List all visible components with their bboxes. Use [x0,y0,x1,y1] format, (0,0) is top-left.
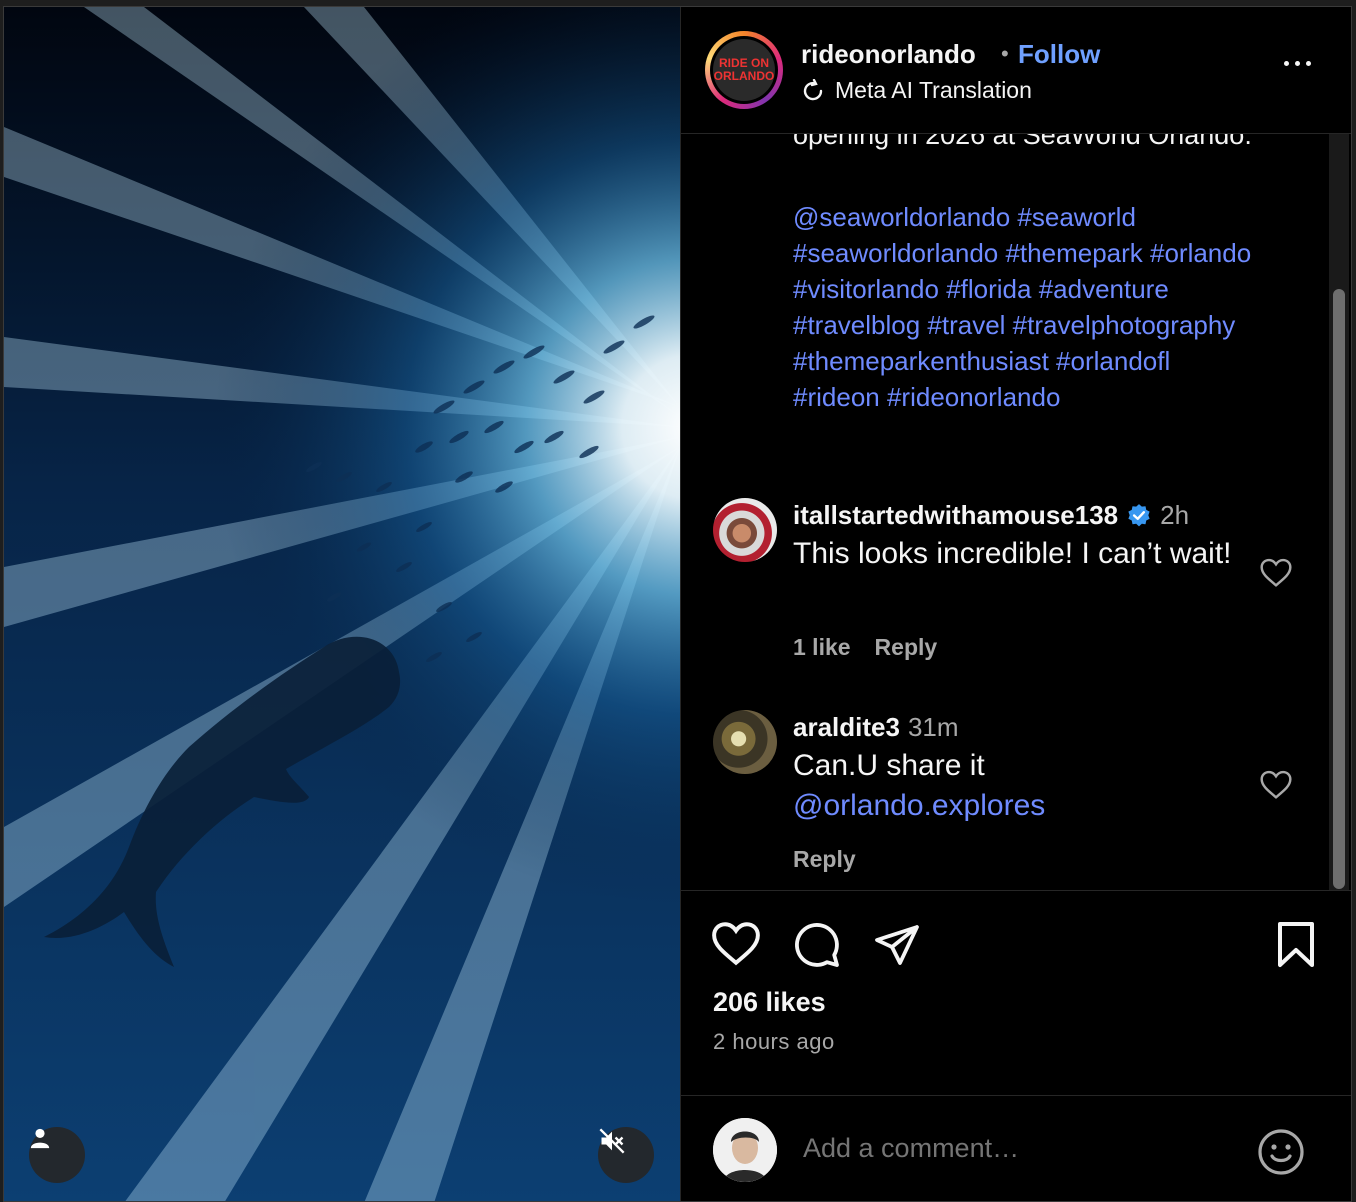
comment-meta: Reply [793,846,856,873]
reply-button[interactable]: Reply [793,846,856,873]
mute-toggle-button[interactable] [598,1127,654,1183]
profile-tag-button[interactable] [29,1127,85,1183]
commenter-avatar[interactable] [713,710,777,774]
comment-input[interactable] [801,1132,1225,1165]
commenter-username[interactable]: itallstartedwithamouse138 [793,500,1118,531]
profile-icon [30,1128,50,1149]
bookmark-icon[interactable] [1275,921,1317,969]
emoji-icon[interactable] [1257,1128,1305,1176]
heart-icon[interactable] [711,921,761,967]
separator-dot: • [1001,41,1009,66]
underwater-scene [4,7,680,1201]
user-photo [713,1118,777,1182]
author-username[interactable]: rideonorlando [801,39,976,70]
translation-toggle[interactable]: Meta AI Translation [801,77,1032,104]
follow-button[interactable]: Follow [1018,39,1100,70]
translation-label: Meta AI Translation [835,77,1032,103]
more-icon [1284,61,1289,66]
scrollbar-thumb[interactable] [1333,289,1345,889]
commenter-avatar[interactable] [713,498,777,562]
post-dialog: RIDE ON ORLANDO rideonorlando • Follow M… [3,6,1352,1202]
comment-text: Can.U share it @orlando.explores [793,746,1233,826]
comment-text-body: Can.U share it [793,749,985,782]
share-icon[interactable] [873,921,921,969]
comment-likes-count[interactable]: 1 like [793,634,851,661]
verified-icon [1128,503,1150,526]
comment-time: 2h [1160,500,1190,530]
more-options-button[interactable] [1284,61,1311,66]
comment-icon[interactable] [793,921,841,969]
comment-time: 31m [907,712,959,742]
heart-icon[interactable] [1259,558,1293,588]
author-avatar[interactable]: RIDE ON ORLANDO [705,31,783,109]
post-timestamp: 2 hours ago [713,1029,835,1054]
post-actions: 206 likes 2 hours ago [681,891,1351,1201]
refresh-icon [803,78,823,100]
commenter-username[interactable]: araldite3 [793,712,900,743]
avatar-logo-text: RIDE ON ORLANDO [713,39,775,101]
post-header: RIDE ON ORLANDO rideonorlando • Follow M… [681,7,1351,134]
caption-hashtags[interactable]: @seaworldorlando #seaworld #seaworldorla… [793,199,1253,415]
add-comment-bar [681,1095,1351,1201]
comment-header: itallstartedwithamouse138 2h [793,500,1189,531]
comment-text: This looks incredible! I can’t wait! [793,537,1232,570]
reply-button[interactable]: Reply [875,634,938,661]
comments-scroll-area[interactable]: opening in 2026 at SeaWorld Orlando. @se… [681,134,1351,891]
post-media-video[interactable] [4,7,680,1201]
comment-header: araldite3 31m [793,712,959,743]
comment-meta: 1 like Reply [793,634,937,661]
heart-icon[interactable] [1259,770,1293,800]
likes-count[interactable]: 206 likes [713,987,826,1018]
current-user-avatar [713,1118,777,1182]
comment-mention-link[interactable]: @orlando.explores [793,786,1233,826]
caption-text: opening in 2026 at SeaWorld Orlando. [793,134,1252,150]
post-details-panel: RIDE ON ORLANDO rideonorlando • Follow M… [680,7,1351,1201]
mute-icon [599,1128,625,1154]
